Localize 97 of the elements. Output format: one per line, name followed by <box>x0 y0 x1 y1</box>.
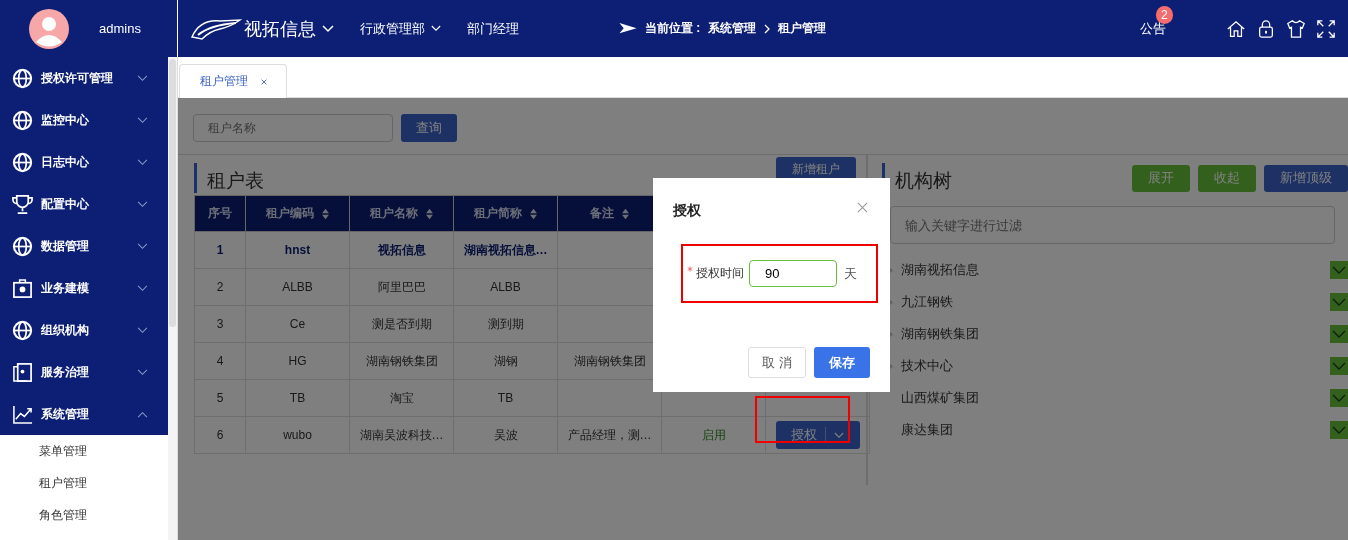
avatar-icon[interactable] <box>29 8 69 49</box>
table-cell: 测到期 <box>487 316 524 331</box>
table-cell: 3 <box>216 317 224 331</box>
sidebar-item[interactable]: 监控中心 <box>0 99 168 141</box>
filter-field[interactable]: 输入关键字进行过滤 <box>890 206 1335 244</box>
sidebar-item[interactable]: 服务治理 <box>0 351 168 393</box>
role-label: 部门经理 <box>467 19 519 38</box>
sort-icon <box>320 207 330 220</box>
table-cell: 6 <box>216 428 224 442</box>
table-cell: 淘宝 <box>389 390 414 405</box>
send-icon <box>619 22 637 35</box>
search-field[interactable]: 租户名称 <box>193 114 393 142</box>
column-header[interactable]: 租户简称 <box>453 195 558 232</box>
sort-icon <box>620 207 630 220</box>
line-chart-icon <box>12 403 33 425</box>
brand-dropdown[interactable]: 视拓信息 <box>244 16 334 41</box>
tree-node[interactable]: 山西煤矿集团 <box>901 389 1330 407</box>
lock-icon[interactable] <box>1256 18 1276 39</box>
globe-icon <box>12 235 33 257</box>
table-cell: 视拓信息 <box>377 242 426 257</box>
logo-drawing <box>190 16 242 41</box>
column-header[interactable]: 租户名称 <box>349 195 454 232</box>
panel-title: 机构树 <box>894 169 952 193</box>
field-label: 授权时间 <box>696 265 744 282</box>
dialog-title: 授权 <box>673 202 701 220</box>
table-cell: 湖南视拓信息… <box>463 242 548 257</box>
door-icon <box>12 361 33 383</box>
sidebar-item[interactable]: 业务建模 <box>0 267 168 309</box>
table-cell: 2 <box>216 280 224 294</box>
table-cell: 湖钢 <box>493 353 518 368</box>
save-button[interactable]: 保存 <box>814 347 870 378</box>
shirt-icon[interactable] <box>1286 18 1306 39</box>
sidebar-item[interactable]: 组织机构 <box>0 309 168 351</box>
gear-case-icon <box>12 277 33 299</box>
table-cell: 湖南吴波科技… <box>359 427 444 442</box>
panel-title: 租户表 <box>206 169 264 193</box>
sidebar-item[interactable]: 数据管理 <box>0 225 168 267</box>
status-text: 启用 <box>701 427 726 442</box>
column-header[interactable]: 租户编码 <box>245 195 350 232</box>
close-icon[interactable] <box>260 77 268 86</box>
checkbox[interactable] <box>1330 293 1348 311</box>
sort-icon <box>528 207 538 220</box>
sidebar-item[interactable]: 日志中心 <box>0 141 168 183</box>
table-cell: Ce <box>289 317 306 331</box>
table-cell: 1 <box>216 243 224 257</box>
table-cell: 产品经理，测… <box>567 427 652 442</box>
checkbox[interactable] <box>1330 325 1348 343</box>
breadcrumb-item[interactable]: 租户管理 <box>778 20 827 37</box>
globe-icon <box>12 67 33 89</box>
table-cell: 测是否到期 <box>371 316 432 331</box>
sidebar-item[interactable]: 授权许可管理 <box>0 57 168 99</box>
table-cell: wubo <box>283 428 312 442</box>
chevron-down-icon <box>834 431 844 439</box>
table-cell: TB <box>289 391 306 405</box>
tab[interactable]: 租户管理 <box>179 64 287 98</box>
chevron-down-icon <box>322 24 334 33</box>
fullscreen-icon[interactable] <box>1316 18 1336 39</box>
close-icon[interactable] <box>857 202 868 213</box>
column-header[interactable]: 序号 <box>194 195 246 232</box>
globe-icon <box>12 319 33 341</box>
table-cell: 湖南钢铁集团 <box>365 353 438 368</box>
chevron-down-icon <box>431 25 441 32</box>
cancel-button[interactable]: 取 消 <box>748 347 806 378</box>
table-cell: 湖南钢铁集团 <box>573 353 646 368</box>
scrollbar-thumb[interactable] <box>169 59 176 327</box>
input-field[interactable]: 90 <box>749 260 837 287</box>
table-cell: 4 <box>216 354 224 368</box>
tree-node[interactable]: 湖南钢铁集团 <box>901 325 1330 343</box>
table-cell: ALBB <box>490 280 521 294</box>
breadcrumb-label: 当前位置 : <box>645 20 701 37</box>
tree-node[interactable]: 九江钢铁 <box>901 293 1330 311</box>
checkbox[interactable] <box>1330 261 1348 279</box>
sidebar-item[interactable]: 配置中心 <box>0 183 168 225</box>
user-name[interactable]: admins <box>99 21 141 36</box>
table-cell: HG <box>288 354 307 368</box>
tree-node[interactable]: 技术中心 <box>901 357 1330 375</box>
globe-icon <box>12 109 33 131</box>
trophy-icon <box>12 193 33 215</box>
sort-icon <box>424 207 434 220</box>
tree-node[interactable]: 湖南视拓信息 <box>901 261 1330 279</box>
chevron-right-icon <box>764 23 771 34</box>
checkbox[interactable] <box>1330 389 1348 407</box>
table-cell: 阿里巴巴 <box>377 279 426 294</box>
table-cell: ALBB <box>282 280 313 294</box>
table-cell: hnst <box>284 243 311 257</box>
breadcrumb-item[interactable]: 系统管理 <box>708 20 757 37</box>
department-dropdown[interactable]: 行政管理部 <box>360 19 441 38</box>
table-cell: 吴波 <box>493 427 518 442</box>
table-cell: 5 <box>216 391 224 405</box>
globe-icon <box>12 151 33 173</box>
unit-label: 天 <box>844 264 857 283</box>
checkbox[interactable] <box>1330 357 1348 375</box>
home-icon[interactable] <box>1226 18 1246 39</box>
table-cell: TB <box>497 391 514 405</box>
tree-node[interactable]: 康达集团 <box>901 421 1330 439</box>
sidebar-item[interactable]: 系统管理 <box>0 393 168 435</box>
checkbox[interactable] <box>1330 421 1348 439</box>
